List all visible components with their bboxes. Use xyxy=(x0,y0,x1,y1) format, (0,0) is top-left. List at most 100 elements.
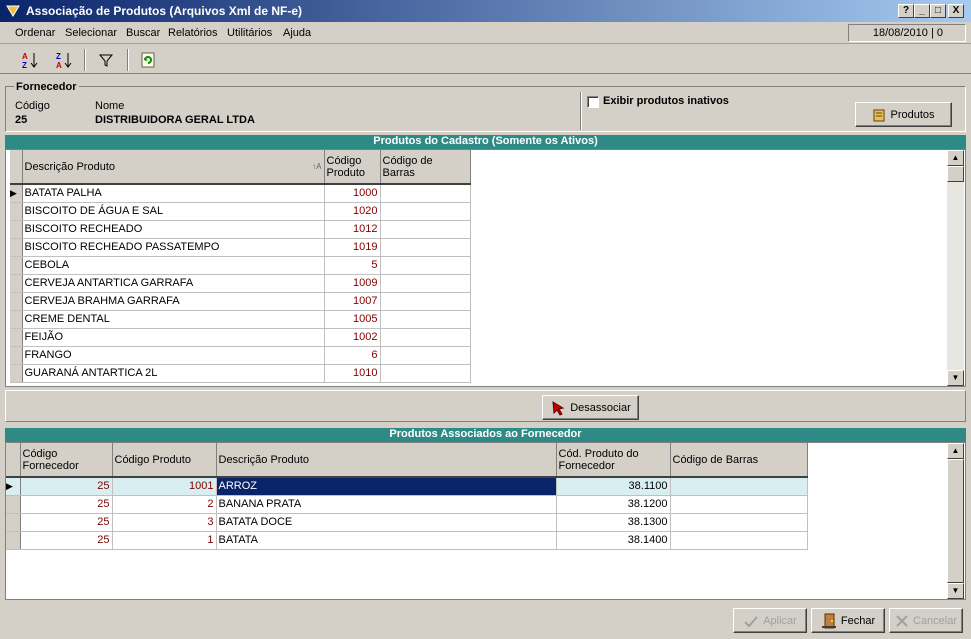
close-button[interactable]: X xyxy=(948,4,964,18)
table-row[interactable]: 25 3 BATATA DOCE 38.1300 xyxy=(6,513,808,532)
cell-barras[interactable] xyxy=(670,477,808,496)
cell-codigo[interactable]: 5 xyxy=(324,256,381,275)
associados-scrollbar[interactable]: ▲ ▼ xyxy=(947,443,964,599)
col-barras-header[interactable]: Código de Barras xyxy=(380,150,471,185)
cell-barras[interactable] xyxy=(670,513,808,532)
refresh-button[interactable] xyxy=(136,49,160,71)
cell-cod-produto[interactable]: 3 xyxy=(112,513,217,532)
cell-barras[interactable] xyxy=(380,328,471,347)
cell-codigo[interactable]: 1010 xyxy=(324,364,381,383)
cell-descricao[interactable]: BISCOITO RECHEADO PASSATEMPO xyxy=(22,238,325,257)
maximize-button[interactable]: □ xyxy=(930,4,946,18)
sort-az-button[interactable]: AZ xyxy=(18,49,42,71)
cell-codigo[interactable]: 1019 xyxy=(324,238,381,257)
aplicar-button[interactable]: Aplicar xyxy=(733,608,807,633)
cell-cod-produto[interactable]: 1001 xyxy=(112,477,217,496)
table-row[interactable]: 25 2 BANANA PRATA 38.1200 xyxy=(6,495,808,514)
cell-descricao[interactable]: BISCOITO RECHEADO xyxy=(22,220,325,239)
cell-barras[interactable] xyxy=(380,346,471,365)
cell-cod-produto[interactable]: 1 xyxy=(112,531,217,550)
cell-barras[interactable] xyxy=(380,364,471,383)
table-row[interactable]: FEIJÃO 1002 xyxy=(10,328,471,347)
cell-cod-produto[interactable]: 2 xyxy=(112,495,217,514)
scroll-up-icon[interactable]: ▲ xyxy=(947,443,964,459)
menu-relatorios[interactable]: Relatórios xyxy=(168,27,218,39)
menu-selecionar[interactable]: Selecionar xyxy=(65,27,117,39)
desassociar-button[interactable]: Desassociar xyxy=(542,395,639,420)
cell-descricao[interactable]: BATATA PALHA xyxy=(22,184,325,203)
cancelar-button[interactable]: Cancelar xyxy=(889,608,963,633)
menu-ordenar[interactable]: Ordenar xyxy=(15,27,55,39)
cell-cod-prod-fornecedor[interactable]: 38.1300 xyxy=(556,513,671,532)
cell-barras[interactable] xyxy=(380,274,471,293)
table-row[interactable]: BISCOITO RECHEADO 1012 xyxy=(10,220,471,239)
scroll-thumb[interactable] xyxy=(947,166,964,182)
cell-codigo[interactable]: 6 xyxy=(324,346,381,365)
cell-descricao[interactable]: GUARANÁ ANTARTICA 2L xyxy=(22,364,325,383)
cell-descricao[interactable]: BATATA DOCE xyxy=(216,513,557,532)
cell-descricao[interactable]: FEIJÃO xyxy=(22,328,325,347)
scroll-down-icon[interactable]: ▼ xyxy=(947,370,964,386)
col-descricao-header[interactable]: Descrição Produto xyxy=(216,443,557,478)
scroll-up-icon[interactable]: ▲ xyxy=(947,150,964,166)
table-row[interactable]: 25 1 BATATA 38.1400 xyxy=(6,531,808,550)
cell-descricao[interactable]: BANANA PRATA xyxy=(216,495,557,514)
col-codigo-header[interactable]: Código Produto xyxy=(324,150,381,185)
cell-codigo[interactable]: 1012 xyxy=(324,220,381,239)
exibir-inativos-checkbox[interactable] xyxy=(587,96,599,108)
cell-codigo[interactable]: 1007 xyxy=(324,292,381,311)
cell-descricao[interactable]: ARROZ xyxy=(216,477,557,496)
menu-utilitarios[interactable]: Utilitários xyxy=(227,27,272,39)
cell-barras[interactable] xyxy=(380,310,471,329)
table-row[interactable]: GUARANÁ ANTARTICA 2L 1010 xyxy=(10,364,471,383)
col-cod-produto-header[interactable]: Código Produto xyxy=(112,443,217,478)
cell-cod-fornecedor[interactable]: 25 xyxy=(20,531,113,550)
table-row[interactable]: CEBOLA 5 xyxy=(10,256,471,275)
table-row[interactable]: FRANGO 6 xyxy=(10,346,471,365)
cell-barras[interactable] xyxy=(380,202,471,221)
scroll-thumb[interactable] xyxy=(947,459,964,583)
col-cod-prod-fornecedor-header[interactable]: Cód. Produto do Fornecedor xyxy=(556,443,671,478)
scroll-down-icon[interactable]: ▼ xyxy=(947,583,964,599)
cell-barras[interactable] xyxy=(670,531,808,550)
cell-cod-fornecedor[interactable]: 25 xyxy=(20,495,113,514)
cadastro-scrollbar[interactable]: ▲ ▼ xyxy=(947,150,964,386)
cell-cod-prod-fornecedor[interactable]: 38.1400 xyxy=(556,531,671,550)
cell-cod-prod-fornecedor[interactable]: 38.1100 xyxy=(556,477,671,496)
cell-codigo[interactable]: 1005 xyxy=(324,310,381,329)
produtos-button[interactable]: Produtos xyxy=(855,102,952,127)
cell-descricao[interactable]: BATATA xyxy=(216,531,557,550)
filter-button[interactable] xyxy=(94,49,118,71)
cell-codigo[interactable]: 1009 xyxy=(324,274,381,293)
table-row[interactable]: CREME DENTAL 1005 xyxy=(10,310,471,329)
cell-barras[interactable] xyxy=(670,495,808,514)
cell-barras[interactable] xyxy=(380,220,471,239)
cell-descricao[interactable]: CREME DENTAL xyxy=(22,310,325,329)
cell-descricao[interactable]: CERVEJA ANTARTICA GARRAFA xyxy=(22,274,325,293)
table-row[interactable]: ▶ BATATA PALHA 1000 xyxy=(10,184,471,203)
fechar-button[interactable]: Fechar xyxy=(811,608,885,633)
table-row[interactable]: BISCOITO DE ÁGUA E SAL 1020 xyxy=(10,202,471,221)
cell-barras[interactable] xyxy=(380,238,471,257)
col-cod-fornecedor-header[interactable]: Código Fornecedor xyxy=(20,443,113,478)
minimize-button[interactable]: _ xyxy=(914,4,930,18)
cell-codigo[interactable]: 1020 xyxy=(324,202,381,221)
help-button[interactable]: ? xyxy=(898,4,914,18)
cell-descricao[interactable]: FRANGO xyxy=(22,346,325,365)
cell-cod-fornecedor[interactable]: 25 xyxy=(20,477,113,496)
cell-cod-fornecedor[interactable]: 25 xyxy=(20,513,113,532)
table-row[interactable]: BISCOITO RECHEADO PASSATEMPO 1019 xyxy=(10,238,471,257)
table-row[interactable]: ▶ 25 1001 ARROZ 38.1100 xyxy=(6,477,808,496)
cell-barras[interactable] xyxy=(380,292,471,311)
cell-codigo[interactable]: 1002 xyxy=(324,328,381,347)
col-barras-header[interactable]: Código de Barras xyxy=(670,443,808,478)
sort-za-button[interactable]: ZA xyxy=(52,49,76,71)
menu-buscar[interactable]: Buscar xyxy=(126,27,160,39)
cell-barras[interactable] xyxy=(380,184,471,203)
cell-barras[interactable] xyxy=(380,256,471,275)
cell-descricao[interactable]: CEBOLA xyxy=(22,256,325,275)
menu-ajuda[interactable]: Ajuda xyxy=(283,27,311,39)
table-row[interactable]: CERVEJA BRAHMA GARRAFA 1007 xyxy=(10,292,471,311)
cell-cod-prod-fornecedor[interactable]: 38.1200 xyxy=(556,495,671,514)
cell-descricao[interactable]: CERVEJA BRAHMA GARRAFA xyxy=(22,292,325,311)
